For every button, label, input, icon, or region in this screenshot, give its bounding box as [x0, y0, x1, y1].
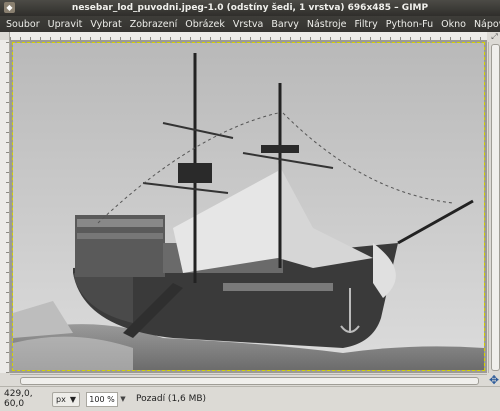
pointer-coordinates: 429,0, 60,0: [4, 389, 33, 409]
vertical-scroll-thumb[interactable]: [491, 44, 500, 371]
horizontal-scroll-thumb[interactable]: [20, 377, 479, 385]
title-bar: ◆ nesebar_lod_puvodni.jpeg-1.0 (odstíny …: [0, 0, 500, 16]
menu-vrstva[interactable]: Vrstva: [229, 19, 268, 30]
unit-value: px: [56, 394, 66, 404]
zoom-dropdown[interactable]: 100 % ▼: [86, 391, 130, 407]
chevron-down-icon[interactable]: ▼: [118, 395, 128, 403]
window-title: nesebar_lod_puvodni.jpeg-1.0 (odstíny še…: [71, 3, 429, 13]
menu-obrazek[interactable]: Obrázek: [181, 19, 229, 30]
ship-photo[interactable]: [12, 42, 485, 371]
menu-okno[interactable]: Okno: [437, 19, 470, 30]
image-canvas[interactable]: [10, 40, 487, 373]
menu-barvy[interactable]: Barvy: [267, 19, 303, 30]
unit-dropdown[interactable]: px ▼: [52, 391, 80, 407]
navigate-icon[interactable]: ✥: [488, 374, 500, 386]
menu-soubor[interactable]: Soubor: [2, 19, 44, 30]
layer-info: Pozadí (1,6 MB): [136, 394, 207, 404]
menu-upravit[interactable]: Upravit: [44, 19, 87, 30]
menu-bar: Soubor Upravit Vybrat Zobrazení Obrázek …: [0, 16, 500, 32]
vertical-scrollbar[interactable]: [488, 42, 500, 373]
zoom-to-fit-icon[interactable]: ⤢: [489, 32, 500, 42]
menu-napoveda[interactable]: Nápověda: [470, 19, 500, 30]
ship-photo-graphic: [13, 43, 484, 370]
status-bar: 429,0, 60,0 px ▼ 100 % ▼ Pozadí (1,6 MB): [0, 386, 500, 411]
menu-nastroje[interactable]: Nástroje: [303, 19, 351, 30]
menu-filtry[interactable]: Filtry: [350, 19, 381, 30]
menu-vybrat[interactable]: Vybrat: [86, 19, 125, 30]
gimp-icon[interactable]: ◆: [4, 2, 15, 13]
horizontal-scrollbar[interactable]: [10, 374, 487, 386]
chevron-down-icon: ▼: [69, 394, 76, 404]
vertical-ruler[interactable]: [0, 40, 10, 373]
menu-python-fu[interactable]: Python-Fu: [382, 19, 437, 30]
zoom-input[interactable]: 100 %: [86, 391, 118, 407]
menu-zobrazeni[interactable]: Zobrazení: [126, 19, 182, 30]
